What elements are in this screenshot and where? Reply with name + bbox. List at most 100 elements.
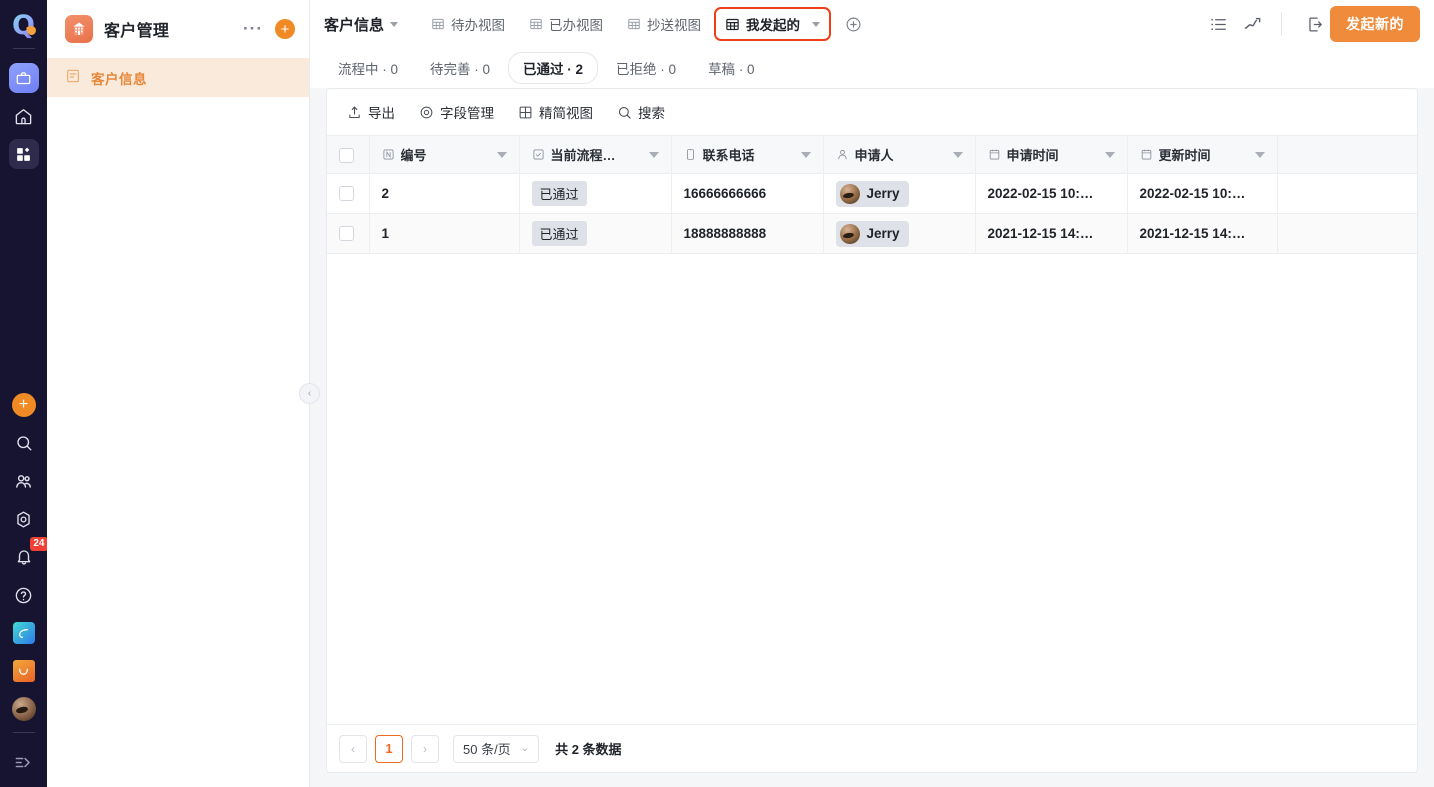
cell-phone[interactable]: 18888888888 [671, 213, 824, 254]
search-icon[interactable] [9, 428, 39, 458]
chevron-down-icon[interactable] [1254, 151, 1265, 158]
view-tab-label: 我发起的 [746, 18, 801, 33]
compact-view-icon [518, 105, 533, 120]
expand-rail-icon[interactable] [9, 747, 39, 777]
cell-id[interactable]: 2 [369, 173, 520, 214]
column-header-current-node[interactable]: 当前流程… [519, 135, 672, 174]
brand-mail-icon[interactable] [9, 656, 39, 686]
sidebar-item-customer-info[interactable]: 客户信息 [47, 58, 309, 97]
contacts-icon[interactable] [9, 466, 39, 496]
create-new-button[interactable]: 发起新的 [1330, 6, 1420, 42]
select-all-checkbox[interactable] [339, 147, 354, 163]
table-row[interactable]: 1 已通过 18888888888 Jerry 2021-12-15 14:… … [327, 213, 1417, 254]
next-page-button[interactable]: › [411, 734, 439, 763]
tab-my-initiated-view[interactable]: 我发起的 [714, 7, 832, 41]
cell-value: 2 [381, 186, 390, 201]
cell-update-time[interactable]: 2022-02-15 10:… [1127, 173, 1278, 214]
status-tab-approved[interactable]: 已通过 · 2 [508, 52, 599, 84]
cell-value: 1 [381, 226, 390, 241]
column-header-id[interactable]: 编号 [369, 135, 520, 174]
add-form-button[interactable]: + [275, 19, 295, 39]
cell-value: 2022-02-15 10:… [987, 186, 1094, 201]
toolbar-divider [1281, 12, 1282, 36]
user-chip: Jerry [835, 180, 909, 207]
cell-phone[interactable]: 16666666666 [671, 173, 824, 214]
row-checkbox[interactable] [339, 186, 354, 202]
table-scroll[interactable]: 编号 当前流程… 联系电话 申请人 申请时间 更新时间 2 已通过 166666… [327, 135, 1417, 724]
table-icon [725, 17, 740, 32]
chevron-down-icon[interactable] [1104, 151, 1115, 158]
search-button[interactable]: 搜索 [607, 96, 675, 128]
chevron-down-icon[interactable] [952, 151, 963, 158]
help-icon[interactable] [9, 580, 39, 610]
cell-value: 16666666666 [683, 186, 767, 201]
status-badge: 已通过 [531, 181, 587, 206]
chevron-down-icon[interactable] [648, 151, 659, 158]
row-select-cell[interactable] [327, 173, 370, 214]
row-checkbox[interactable] [339, 226, 354, 242]
export-label: 导出 [368, 106, 395, 121]
cell-value: 2022-02-15 10:… [1139, 186, 1246, 201]
export-button[interactable]: 导出 [337, 96, 405, 128]
trend-chart-icon[interactable] [1237, 9, 1267, 39]
column-header-phone[interactable]: 联系电话 [671, 135, 824, 174]
chevron-down-icon[interactable] [800, 151, 811, 158]
collapse-sidebar-button[interactable]: ‹ [299, 383, 320, 404]
status-tab-rejected[interactable]: 已拒绝 · 0 [602, 53, 690, 83]
apps-grid-icon[interactable] [8, 139, 39, 169]
app-root: Q + 24 客户管理 ··· + 客户信息 ‹ 客户信息 待办视图 已办视图 … [0, 0, 1434, 787]
home-icon[interactable] [9, 101, 39, 131]
page-size-select[interactable]: 50 条/页 ⌄ [453, 734, 540, 763]
cell-value: 2021-12-15 14:… [987, 226, 1094, 241]
cell-applicant[interactable]: Jerry [823, 173, 976, 214]
table-icon [529, 17, 543, 31]
cell-apply-time[interactable]: 2021-12-15 14:… [975, 213, 1128, 254]
settings-icon[interactable] [9, 504, 39, 534]
briefcase-icon[interactable] [8, 63, 39, 93]
list-view-icon[interactable] [1203, 9, 1233, 39]
brand-leaf-icon[interactable] [9, 618, 39, 648]
cell-status[interactable]: 已通过 [519, 213, 672, 254]
add-view-icon[interactable] [839, 10, 867, 38]
column-header-applicant[interactable]: 申请人 [823, 135, 976, 174]
status-tab-in-process[interactable]: 流程中 · 0 [324, 53, 412, 83]
chevron-down-icon[interactable] [496, 151, 507, 158]
cell-update-time[interactable]: 2021-12-15 14:… [1127, 213, 1278, 254]
logout-icon[interactable] [1300, 9, 1330, 39]
compact-view-button[interactable]: 精简视图 [508, 96, 603, 128]
cell-status[interactable]: 已通过 [519, 173, 672, 214]
column-header-update-time[interactable]: 更新时间 [1127, 135, 1278, 174]
status-tab-to-complete[interactable]: 待完善 · 0 [416, 53, 504, 83]
total-count-label: 共 2 条数据 [555, 742, 622, 757]
cell-apply-time[interactable]: 2022-02-15 10:… [975, 173, 1128, 214]
sidebar-item-label: 客户信息 [91, 71, 147, 87]
column-header-apply-time[interactable]: 申请时间 [975, 135, 1128, 174]
view-tab-label: 抄送视图 [647, 18, 702, 33]
table-row[interactable]: 2 已通过 16666666666 Jerry 2022-02-15 10:… … [327, 173, 1417, 214]
tab-done-view[interactable]: 已办视图 [518, 7, 614, 41]
more-options-icon[interactable]: ··· [235, 20, 271, 37]
prev-page-button[interactable]: ‹ [339, 734, 367, 763]
user-avatar[interactable] [9, 694, 39, 724]
select-all-header[interactable] [327, 135, 370, 174]
tab-cc-view[interactable]: 抄送视图 [616, 7, 712, 41]
search-icon [617, 105, 632, 120]
chevron-down-icon[interactable] [812, 21, 821, 27]
form-name-dropdown[interactable]: 客户信息 [324, 14, 402, 35]
status-tab-draft[interactable]: 草稿 · 0 [694, 53, 769, 83]
app-sidebar: 客户管理 ··· + 客户信息 ‹ [47, 0, 320, 787]
cell-id[interactable]: 1 [369, 213, 520, 254]
phone-icon [684, 148, 697, 161]
row-select-cell[interactable] [327, 213, 370, 254]
page-number-1[interactable]: 1 [375, 734, 403, 763]
avatar [839, 183, 860, 204]
add-icon[interactable]: + [9, 390, 39, 420]
cell-applicant[interactable]: Jerry [823, 213, 976, 254]
search-label: 搜索 [638, 106, 665, 121]
field-manage-label: 字段管理 [440, 106, 494, 121]
q-logo-icon[interactable]: Q [9, 10, 39, 40]
tab-todo-view[interactable]: 待办视图 [420, 7, 516, 41]
bell-icon[interactable]: 24 [9, 537, 48, 572]
view-tab-label: 待办视图 [451, 18, 506, 33]
field-manage-button[interactable]: 字段管理 [409, 96, 504, 128]
